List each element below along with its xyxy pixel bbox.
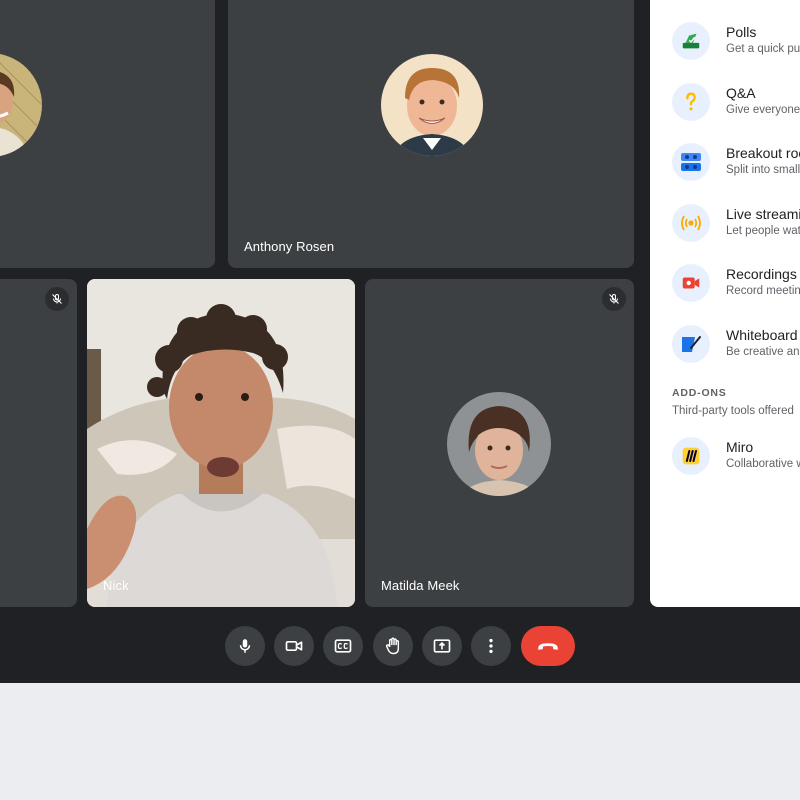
polls-icon — [672, 22, 710, 60]
mic-icon — [239, 639, 251, 653]
closed-caption-icon — [334, 639, 352, 653]
call-end-icon — [538, 643, 558, 650]
activity-title: Breakout rooms — [726, 145, 800, 161]
participant-name: Matilda Meek — [381, 578, 460, 593]
participant-tile-top-left[interactable] — [0, 0, 215, 268]
activity-desc: Get a quick pulse — [726, 43, 800, 55]
participant-avatar — [447, 392, 551, 496]
activity-desc: Split into small — [726, 164, 800, 176]
activity-title: Live streaming — [726, 206, 800, 222]
activity-live-streaming[interactable]: Live streaming Let people wat — [650, 202, 800, 254]
activity-desc: Give everyone — [726, 104, 800, 116]
participant-tile-nick[interactable]: Nick — [87, 279, 355, 607]
participant-name: Nick — [103, 578, 129, 593]
hand-icon — [386, 637, 400, 655]
present-button[interactable] — [422, 626, 462, 666]
mic-off-icon — [602, 287, 626, 311]
miro-icon — [672, 437, 710, 475]
addon-miro[interactable]: Miro Collaborative w — [650, 435, 800, 487]
activity-title: Q&A — [726, 85, 756, 101]
participant-name: Anthony Rosen — [244, 239, 335, 254]
captions-button[interactable] — [323, 626, 363, 666]
raise-hand-button[interactable] — [373, 626, 413, 666]
addons-heading: ADD-ONS — [672, 387, 727, 399]
participant-tile-matilda-meek[interactable]: Matilda Meek — [365, 279, 634, 607]
activity-desc: Record meetin — [726, 285, 800, 297]
present-screen-icon — [433, 639, 451, 653]
activity-title: Polls — [726, 24, 757, 40]
activity-title: Recordings — [726, 266, 797, 282]
record-icon — [672, 264, 710, 302]
activity-title: Whiteboard — [726, 327, 798, 343]
end-call-button[interactable] — [521, 626, 575, 666]
activity-desc: Be creative and — [726, 346, 800, 358]
activity-whiteboard[interactable]: Whiteboard Be creative and — [650, 323, 800, 375]
activity-recordings[interactable]: Recordings Record meetin — [650, 262, 800, 314]
addon-desc: Collaborative w — [726, 458, 800, 470]
meeting-stage: Anthony Rosen Nick Matilda Meek Polls Ge… — [0, 0, 800, 683]
participant-avatar — [0, 53, 42, 157]
more-options-button[interactable] — [471, 626, 511, 666]
whiteboard-icon — [672, 325, 710, 363]
activity-polls[interactable]: Polls Get a quick pulse — [650, 20, 800, 72]
activities-panel: Polls Get a quick pulse Q&A Give everyon… — [650, 0, 800, 607]
camera-button[interactable] — [274, 626, 314, 666]
addon-title: Miro — [726, 439, 754, 455]
participant-tile-bottom-left[interactable] — [0, 279, 77, 607]
mic-button[interactable] — [225, 626, 265, 666]
live-stream-icon — [672, 204, 710, 242]
participant-avatar — [381, 54, 483, 156]
mic-off-icon — [45, 287, 69, 311]
question-icon — [672, 83, 710, 121]
call-controls — [0, 626, 800, 666]
activity-qa[interactable]: Q&A Give everyone — [650, 81, 800, 133]
addons-description: Third-party tools offered — [672, 405, 794, 417]
participant-tile-anthony-rosen[interactable]: Anthony Rosen — [228, 0, 634, 268]
breakout-icon — [672, 143, 710, 181]
participant-video — [87, 279, 355, 607]
activity-breakout-rooms[interactable]: Breakout rooms Split into small — [650, 141, 800, 193]
activity-desc: Let people wat — [726, 225, 800, 237]
more-vert-icon — [489, 638, 493, 654]
videocam-icon — [285, 641, 303, 651]
